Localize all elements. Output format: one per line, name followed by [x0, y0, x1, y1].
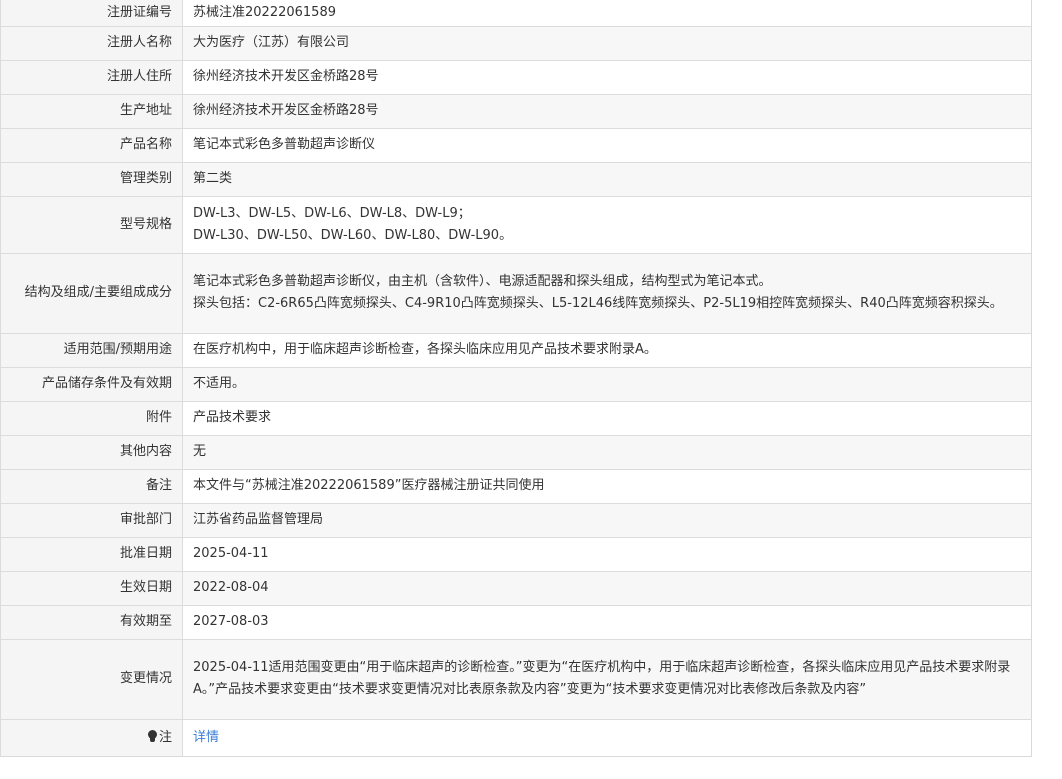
row-value-change-history: 2025-04-11适用范围变更由“用于临床超声的诊断检查。”变更为“在医疗机构… [182, 638, 1031, 719]
row-value-approval-date: 2025-04-11 [182, 536, 1031, 571]
row-value-registrant-address: 徐州经济技术开发区金桥路28号 [182, 59, 1031, 94]
table-row: 附件 产品技术要求 [0, 400, 1031, 435]
row-label-approval-date: 批准日期 [0, 536, 183, 571]
row-value-product-name: 笔记本式彩色多普勒超声诊断仪 [182, 127, 1031, 162]
registration-detail-panel: 注册证编号 苏械注准20222061589 注册人名称 大为医疗（江苏）有限公司… [0, 0, 1032, 757]
details-link[interactable]: 详情 [193, 730, 219, 745]
row-value-intended-use: 在医疗机构中，用于临床超声诊断检查，各探头临床应用见产品技术要求附录A。 [182, 332, 1031, 367]
row-label-model-spec: 型号规格 [0, 195, 183, 253]
table-row: 变更情况 2025-04-11适用范围变更由“用于临床超声的诊断检查。”变更为“… [0, 638, 1031, 719]
row-value-remarks: 本文件与“苏械注准20222061589”医疗器械注册证共同使用 [182, 468, 1031, 503]
table-row: 生产地址 徐州经济技术开发区金桥路28号 [0, 93, 1031, 128]
row-label-product-name: 产品名称 [0, 127, 183, 162]
row-value-attachment: 产品技术要求 [182, 400, 1031, 435]
table-row: 结构及组成/主要组成成分 笔记本式彩色多普勒超声诊断仪，由主机（含软件）、电源适… [0, 252, 1031, 333]
row-label-change-history: 变更情况 [0, 638, 183, 719]
table-row: 适用范围/预期用途 在医疗机构中，用于临床超声诊断检查，各探头临床应用见产品技术… [0, 332, 1031, 367]
row-value-registrant-name: 大为医疗（江苏）有限公司 [182, 25, 1031, 60]
model-spec-line-2: DW-L30、DW-L50、DW-L60、DW-L80、DW-L90。 [193, 227, 513, 243]
table-row: 注册人住所 徐州经济技术开发区金桥路28号 [0, 59, 1031, 94]
model-spec-line-1: DW-L3、DW-L5、DW-L6、DW-L8、DW-L9； [193, 205, 471, 221]
table-row: 产品储存条件及有效期 不适用。 [0, 366, 1031, 401]
table-row: 批准日期 2025-04-11 [0, 536, 1031, 571]
row-value-management-category: 第二类 [182, 161, 1031, 196]
table-row: 有效期至 2027-08-03 [0, 604, 1031, 639]
table-row: 注册人名称 大为医疗（江苏）有限公司 [0, 25, 1031, 60]
row-value-model-spec: DW-L3、DW-L5、DW-L6、DW-L8、DW-L9； DW-L30、DW… [182, 195, 1031, 253]
table-row: 备注 本文件与“苏械注准20222061589”医疗器械注册证共同使用 [0, 468, 1031, 503]
row-label-other-content: 其他内容 [0, 434, 183, 469]
structure-line-2: 探头包括：C2-6R65凸阵宽频探头、C4-9R10凸阵宽频探头、L5-12L4… [193, 296, 1003, 311]
row-label-approval-department: 审批部门 [0, 502, 183, 537]
table-row: 审批部门 江苏省药品监督管理局 [0, 502, 1031, 537]
registration-detail-table: 注册证编号 苏械注准20222061589 注册人名称 大为医疗（江苏）有限公司… [0, 0, 1031, 756]
row-label-remarks: 备注 [0, 468, 183, 503]
row-value-storage-validity: 不适用。 [182, 366, 1031, 401]
table-row: 产品名称 笔记本式彩色多普勒超声诊断仪 [0, 127, 1031, 162]
row-value-other-content: 无 [182, 434, 1031, 469]
row-label-production-address: 生产地址 [0, 93, 183, 128]
row-label-storage-validity: 产品储存条件及有效期 [0, 366, 183, 401]
row-value-production-address: 徐州经济技术开发区金桥路28号 [182, 93, 1031, 128]
row-label-management-category: 管理类别 [0, 161, 183, 196]
row-label-intended-use: 适用范围/预期用途 [0, 332, 183, 367]
row-label-registrant-name: 注册人名称 [0, 25, 183, 60]
row-label-registrant-address: 注册人住所 [0, 59, 183, 94]
structure-line-1: 笔记本式彩色多普勒超声诊断仪，由主机（含软件）、电源适配器和探头组成，结构型式为… [193, 274, 772, 289]
row-value-note: 详情 [182, 718, 1031, 756]
row-value-structure-composition: 笔记本式彩色多普勒超声诊断仪，由主机（含软件）、电源适配器和探头组成，结构型式为… [182, 252, 1031, 333]
row-label-note: 注 [0, 718, 183, 756]
page-scrollbar[interactable] [1050, 0, 1062, 779]
row-value-valid-until: 2027-08-03 [182, 604, 1031, 639]
table-row: 管理类别 第二类 [0, 161, 1031, 196]
table-row: 其他内容 无 [0, 434, 1031, 469]
row-label-attachment: 附件 [0, 400, 183, 435]
note-label: 注 [158, 729, 172, 745]
row-label-registration-number: 注册证编号 [0, 0, 183, 26]
table-row: 注册证编号 苏械注准20222061589 [0, 0, 1031, 26]
row-value-effective-date: 2022-08-04 [182, 570, 1031, 605]
row-value-approval-department: 江苏省药品监督管理局 [182, 502, 1031, 537]
row-label-structure-composition: 结构及组成/主要组成成分 [0, 252, 183, 333]
table-row: 型号规格 DW-L3、DW-L5、DW-L6、DW-L8、DW-L9； DW-L… [0, 195, 1031, 253]
row-label-valid-until: 有效期至 [0, 604, 183, 639]
bulb-icon [147, 729, 157, 742]
row-label-effective-date: 生效日期 [0, 570, 183, 605]
table-row: 注 详情 [0, 718, 1031, 756]
table-row: 生效日期 2022-08-04 [0, 570, 1031, 605]
row-value-registration-number: 苏械注准20222061589 [182, 0, 1031, 26]
